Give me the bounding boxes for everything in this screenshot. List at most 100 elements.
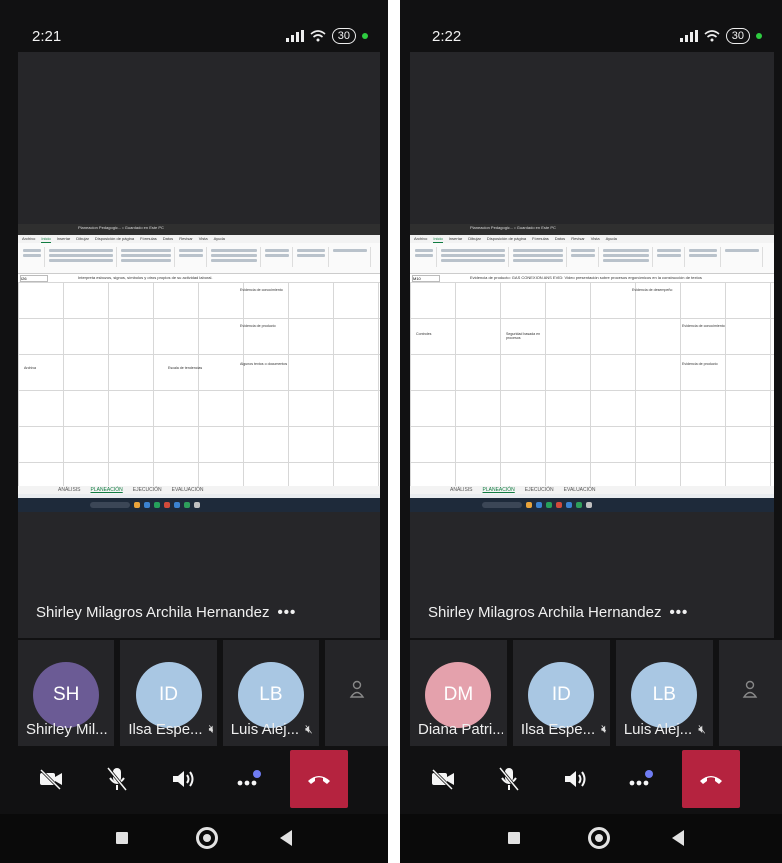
end-call-button[interactable] (290, 750, 348, 808)
status-bar: 2:22 30 (400, 18, 782, 54)
mic-muted-icon: 🔇︎ (208, 722, 213, 736)
more-actions-button[interactable] (216, 754, 282, 804)
android-nav-bar (0, 814, 388, 863)
active-speaker-bar: Shirley Milagros Archila Hernandez ••• (18, 590, 380, 638)
camera-off-icon (39, 768, 62, 790)
status-bar: 2:21 30 (0, 18, 388, 54)
speaker-button[interactable] (150, 754, 216, 804)
sheet-tab-active: PLANEACIÓN (90, 487, 123, 493)
participant-tile[interactable]: SH Shirley Mil... (18, 640, 115, 746)
camera-in-use-dot (362, 33, 368, 39)
status-time: 2:22 (432, 28, 462, 45)
signal-icon (679, 30, 698, 42)
mic-off-button[interactable] (476, 754, 542, 804)
participant-tile[interactable]: LB Luis Alej... 🔇︎ (222, 640, 320, 746)
spreadsheet-grid: Evidencia de conocimiento Evidencia de p… (18, 282, 380, 492)
sheet-tab: ANÁLISIS (450, 487, 473, 493)
phone-hangup-icon (308, 776, 330, 784)
avatar: SH (33, 662, 100, 728)
more-icon (629, 770, 653, 786)
sheet-tabs: ANÁLISIS PLANEACIÓN EJECUCIÓN EVALUACIÓN (410, 486, 774, 494)
more-options-button[interactable]: ••• (277, 604, 296, 621)
more-actions-button[interactable] (608, 754, 674, 804)
person-icon (743, 680, 758, 698)
camera-in-use-dot (756, 33, 762, 39)
more-options-button[interactable]: ••• (669, 604, 688, 621)
sheet-tab: EJECUCIÓN (132, 487, 162, 493)
recents-button[interactable] (116, 832, 128, 844)
camera-off-button[interactable] (18, 754, 84, 804)
excel-ribbon (18, 243, 380, 274)
sheet-tab-active: PLANEACIÓN (482, 487, 515, 493)
participant-name: Ilsa Espe... (520, 721, 596, 738)
participant-name: Ilsa Espe... (128, 721, 203, 738)
avatar: DM (425, 662, 492, 728)
signal-icon (285, 30, 304, 42)
mic-muted-icon: 🔇︎ (305, 722, 313, 736)
excel-titlebar: Planeacion Pedagogic... • Guardado en Es… (410, 224, 774, 235)
sheet-tab: ANÁLISIS (58, 487, 81, 493)
shared-excel-screen: Planeacion Pedagogic... • Guardado en Es… (410, 224, 774, 512)
recents-button[interactable] (508, 832, 520, 844)
avatar: ID (135, 662, 202, 728)
sheet-tab: EVALUACIÓN (563, 487, 596, 493)
end-call-button[interactable] (682, 750, 740, 808)
participant-tile[interactable]: ID Ilsa Espe... 🔇︎ (512, 640, 610, 746)
mic-muted-icon: 🔇︎ (601, 722, 606, 736)
excel-title: Planeacion Pedagogic... • Guardado en Es… (78, 225, 164, 230)
back-button[interactable] (280, 830, 292, 846)
windows-taskbar (410, 498, 774, 512)
avatar: LB (631, 662, 698, 728)
avatar: ID (528, 662, 595, 728)
speaker-icon (173, 771, 194, 787)
excel-titlebar: Planeacion Pedagogic... • Guardado en Es… (18, 224, 380, 235)
more-participants-tile[interactable] (718, 640, 782, 746)
mic-muted-icon: 🔇︎ (698, 722, 706, 736)
cell-reference: I26 (20, 275, 48, 282)
participant-name: Luis Alej... (230, 721, 300, 738)
home-button[interactable] (588, 827, 610, 849)
excel-ribbon (410, 243, 774, 274)
excel-menubar: Archivo Inicio Insertar Dibujar Disposición … (18, 235, 380, 243)
left-phone-screen: 2:21 30 Planeacion Pedagogic... • Guarda… (0, 0, 388, 863)
active-speaker-name: Shirley Milagros Archila Hernandez (36, 604, 270, 621)
cell-reference: M10 (412, 275, 440, 282)
camera-off-icon (431, 768, 454, 790)
shared-screen-stage[interactable]: Planeacion Pedagogic... • Guardado en Es… (410, 52, 774, 638)
camera-off-button[interactable] (410, 754, 476, 804)
mic-off-button[interactable] (84, 754, 150, 804)
back-button[interactable] (672, 830, 684, 846)
status-time: 2:21 (32, 28, 62, 45)
shared-excel-screen: Planeacion Pedagogic... • Guardado en Es… (18, 224, 380, 512)
excel-title: Planeacion Pedagogic... • Guardado en Es… (470, 225, 556, 230)
right-phone-screen: 2:22 30 Planeacion Pedagogic... • Guarda… (400, 0, 782, 863)
active-speaker-name: Shirley Milagros Archila Hernandez (428, 604, 662, 621)
participant-tile[interactable]: ID Ilsa Espe... 🔇︎ (120, 640, 217, 746)
mic-off-icon (498, 767, 520, 791)
participant-tiles: DM Diana Patri... ID Ilsa Espe... 🔇︎ LB L… (410, 640, 782, 746)
mic-off-icon (106, 767, 128, 791)
battery-indicator: 30 (725, 28, 750, 44)
formula-content: Evidencia de producto: GAS CONEXION ANS … (470, 275, 702, 280)
person-icon (349, 680, 364, 698)
android-nav-bar (400, 814, 782, 863)
home-button[interactable] (196, 827, 218, 849)
participant-name: Shirley Mil... (26, 721, 108, 738)
participant-name: Diana Patri... (418, 721, 503, 738)
excel-menubar: Archivo Inicio Insertar Dibujar Disposición … (410, 235, 774, 243)
windows-taskbar (18, 498, 380, 512)
shared-screen-stage[interactable]: Planeacion Pedagogic... • Guardado en Es… (18, 52, 380, 638)
wifi-icon (310, 30, 326, 42)
wifi-icon (704, 30, 720, 42)
sheet-tab: EVALUACIÓN (171, 487, 204, 493)
battery-indicator: 30 (331, 28, 356, 44)
speaker-button[interactable] (542, 754, 608, 804)
formula-content: Interpreta esbozos, signos, símbolos y o… (78, 275, 213, 280)
sheet-tabs: ANÁLISIS PLANEACIÓN EJECUCIÓN EVALUACIÓN (18, 486, 380, 494)
spreadsheet-grid: Evidencia de desempeño Evidencia de cono… (410, 282, 774, 492)
more-participants-tile[interactable] (325, 640, 388, 746)
participant-tile[interactable]: DM Diana Patri... (410, 640, 507, 746)
avatar: LB (237, 662, 304, 728)
participant-name: Luis Alej... (623, 721, 693, 738)
participant-tile[interactable]: LB Luis Alej... 🔇︎ (615, 640, 713, 746)
